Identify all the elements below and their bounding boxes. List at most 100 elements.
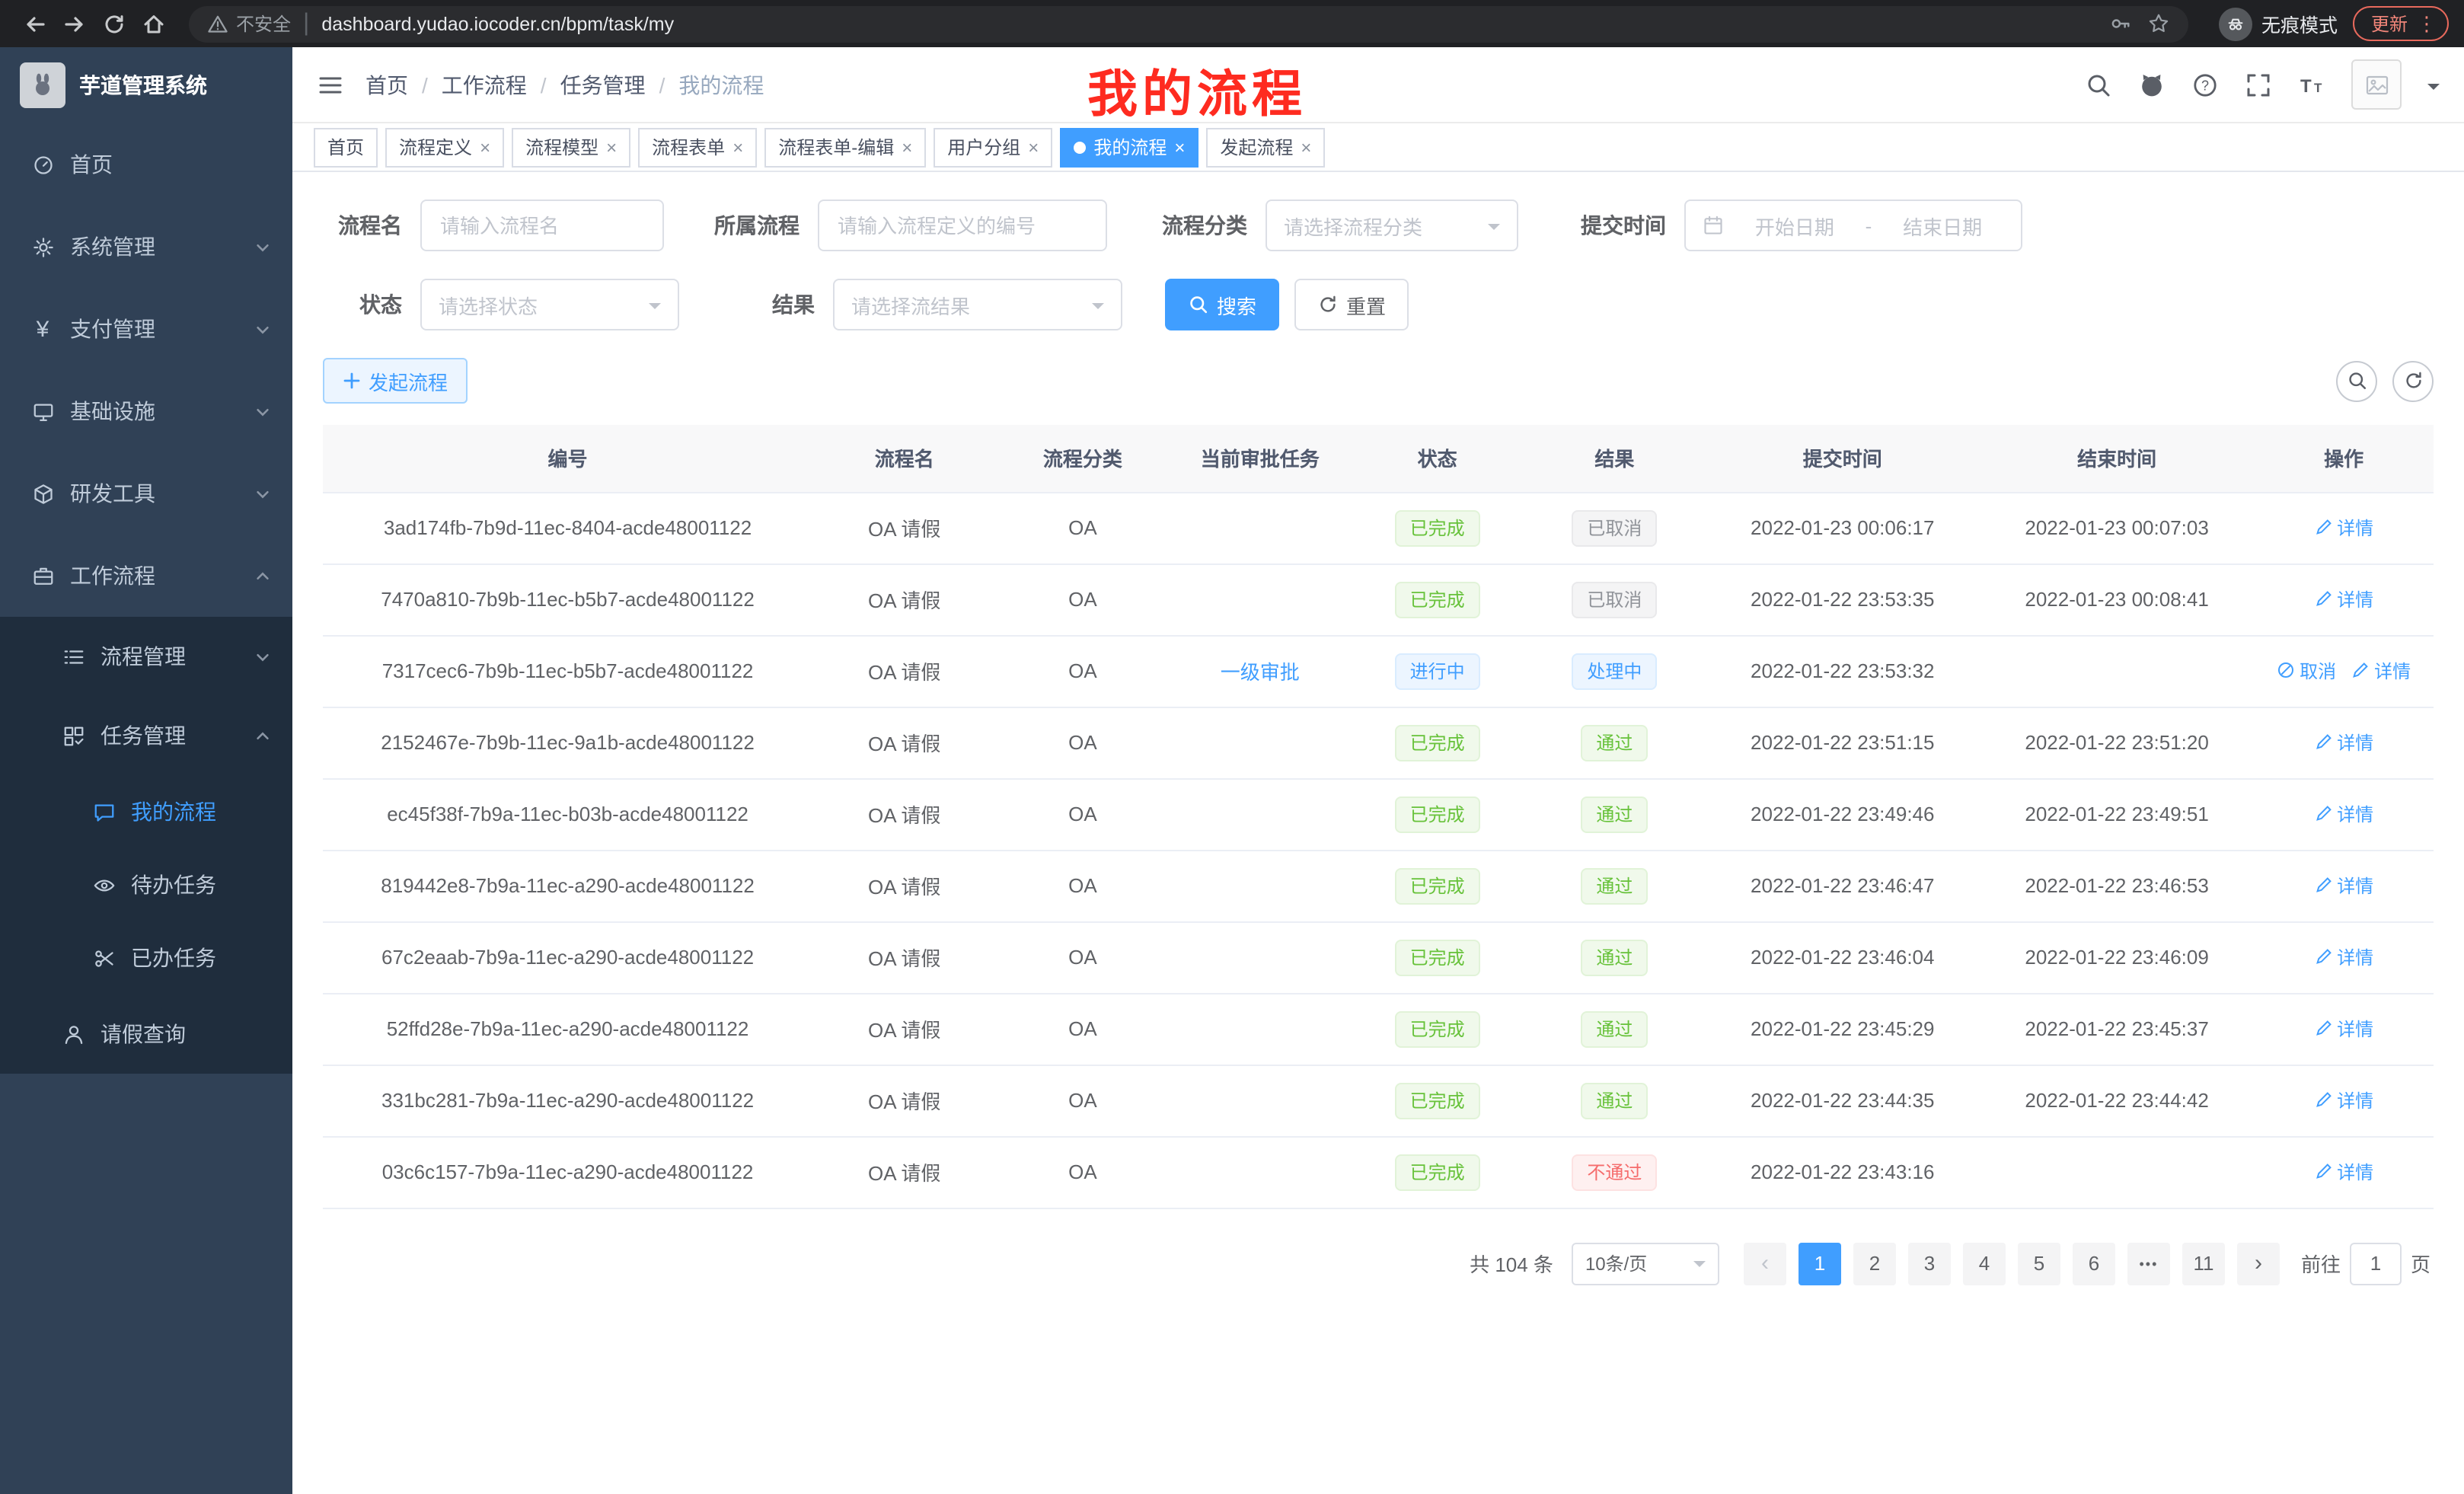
table-header-row: 编号 流程名 流程分类 当前审批任务 状态 结果 提交时间 结束时间 操作: [323, 425, 2434, 492]
detail-link[interactable]: 详情: [2314, 586, 2373, 612]
close-icon[interactable]: ×: [1174, 138, 1185, 156]
close-icon[interactable]: ×: [902, 138, 912, 156]
sidebar-item-home[interactable]: 首页: [0, 123, 292, 206]
process-name-input[interactable]: [420, 200, 664, 251]
tab-start-process[interactable]: 发起流程×: [1206, 127, 1325, 167]
tab-my-process[interactable]: 我的流程×: [1060, 127, 1198, 167]
cancel-link[interactable]: 取消: [2277, 658, 2336, 684]
detail-link[interactable]: 详情: [2314, 1159, 2373, 1185]
toggle-search-button[interactable]: [2336, 360, 2377, 401]
cell-process-name: OA 请假: [812, 707, 996, 778]
back-icon[interactable]: [15, 4, 55, 43]
close-icon[interactable]: ×: [1301, 138, 1311, 156]
table-row: 2152467e-7b9b-11ec-9a1b-acde48001122 OA …: [323, 707, 2434, 778]
goto-page-input[interactable]: [2350, 1242, 2402, 1285]
cell-end-time: 2022-01-22 23:44:42: [1980, 1065, 2254, 1136]
tab-user-group[interactable]: 用户分组×: [934, 127, 1052, 167]
more-pages-button[interactable]: •••: [2127, 1242, 2170, 1285]
page-button[interactable]: 2: [1853, 1242, 1896, 1285]
result-select[interactable]: 请选择流结果: [833, 279, 1122, 330]
update-button[interactable]: 更新 ⋮: [2353, 6, 2449, 41]
bookmark-star-icon[interactable]: [2147, 12, 2170, 35]
url-text[interactable]: dashboard.yudao.iocoder.cn/bpm/task/my: [321, 13, 2109, 34]
cell-process-id: 52ffd28e-7b9a-11ec-a290-acde48001122: [323, 993, 812, 1065]
address-bar[interactable]: 不安全 | dashboard.yudao.iocoder.cn/bpm/tas…: [189, 5, 2188, 42]
process-key-input[interactable]: [818, 200, 1107, 251]
sidebar-item-my-process[interactable]: 我的流程: [0, 775, 292, 848]
breadcrumb-item[interactable]: 任务管理: [560, 69, 646, 100]
logo-image: [20, 62, 65, 108]
app-logo[interactable]: 芋道管理系统: [0, 47, 292, 123]
sidebar-item-devtools[interactable]: 研发工具: [0, 452, 292, 535]
close-icon[interactable]: ×: [732, 138, 743, 156]
sidebar-item-system[interactable]: 系统管理: [0, 206, 292, 288]
detail-link[interactable]: 详情: [2314, 1016, 2373, 1042]
password-key-icon[interactable]: [2109, 12, 2132, 35]
breadcrumb-item[interactable]: 工作流程: [442, 69, 527, 100]
reset-button[interactable]: 重置: [1294, 279, 1409, 330]
detail-link[interactable]: 详情: [2314, 729, 2373, 755]
forward-icon[interactable]: [55, 4, 94, 43]
tab-process-definition[interactable]: 流程定义×: [385, 127, 504, 167]
current-task-link[interactable]: 一级审批: [1221, 661, 1300, 684]
cell-result: 不通过: [1524, 1136, 1705, 1208]
breadcrumb-item[interactable]: 首页: [365, 69, 408, 100]
fullscreen-icon[interactable]: [2245, 71, 2272, 98]
workflow-submenu: 流程管理 任务管理 我的流程: [0, 617, 292, 1074]
page-size-select[interactable]: 10条/页: [1572, 1242, 1719, 1285]
category-select[interactable]: 请选择流程分类: [1266, 200, 1518, 251]
font-size-icon[interactable]: TT: [2298, 71, 2325, 98]
help-icon[interactable]: ?: [2191, 71, 2219, 98]
sidebar-item-task-mgmt[interactable]: 任务管理: [0, 696, 292, 775]
cell-submit-time: 2022-01-22 23:44:35: [1706, 1065, 1980, 1136]
home-icon[interactable]: [134, 4, 174, 43]
sidebar-item-infra[interactable]: 基础设施: [0, 370, 292, 452]
chevron-down-icon[interactable]: [2427, 84, 2440, 96]
page-button[interactable]: 11: [2182, 1242, 2225, 1285]
tab-process-model[interactable]: 流程模型×: [512, 127, 630, 167]
tab-process-form-edit[interactable]: 流程表单-编辑×: [764, 127, 926, 167]
cell-process-id: 2152467e-7b9b-11ec-9a1b-acde48001122: [323, 707, 812, 778]
page-button[interactable]: 1: [1799, 1242, 1841, 1285]
start-process-button[interactable]: 发起流程: [323, 358, 468, 404]
detail-link[interactable]: 详情: [2314, 944, 2373, 970]
search-icon[interactable]: [2085, 71, 2112, 98]
github-icon[interactable]: [2138, 71, 2166, 98]
page-button[interactable]: 3: [1908, 1242, 1951, 1285]
tab-home[interactable]: 首页: [314, 127, 378, 167]
status-select[interactable]: 请选择状态: [420, 279, 679, 330]
page-button[interactable]: 5: [2018, 1242, 2060, 1285]
close-icon[interactable]: ×: [480, 138, 490, 156]
detail-link[interactable]: 详情: [2314, 873, 2373, 899]
detail-link[interactable]: 详情: [2314, 801, 2373, 827]
sidebar-item-process-mgmt[interactable]: 流程管理: [0, 617, 292, 696]
detail-link[interactable]: 详情: [2314, 1087, 2373, 1113]
sidebar-item-payment[interactable]: ¥ 支付管理: [0, 288, 292, 370]
reload-icon[interactable]: [94, 4, 134, 43]
page-button[interactable]: 4: [1963, 1242, 2006, 1285]
tab-process-form[interactable]: 流程表单×: [638, 127, 757, 167]
sidebar-item-label: 系统管理: [70, 231, 254, 262]
sidebar-item-leave-query[interactable]: 请假查询: [0, 994, 292, 1074]
gear-icon: [30, 235, 55, 258]
submit-time-range-picker[interactable]: 开始日期 - 结束日期: [1684, 200, 2022, 251]
search-button[interactable]: 搜索: [1165, 279, 1279, 330]
close-icon[interactable]: ×: [606, 138, 617, 156]
sidebar-item-todo-task[interactable]: 待办任务: [0, 848, 292, 921]
next-page-button[interactable]: ›: [2237, 1242, 2280, 1285]
sidebar-item-workflow[interactable]: 工作流程: [0, 535, 292, 617]
security-chip[interactable]: 不安全: [207, 11, 291, 37]
sidebar-item-done-task[interactable]: 已办任务: [0, 921, 292, 994]
cell-category: OA: [996, 778, 1169, 850]
avatar[interactable]: [2351, 59, 2402, 110]
detail-link[interactable]: 详情: [2351, 658, 2411, 684]
detail-link[interactable]: 详情: [2314, 515, 2373, 541]
page-button[interactable]: 6: [2073, 1242, 2115, 1285]
eye-icon: [91, 873, 116, 896]
browser-menu-icon[interactable]: ⋮: [2417, 11, 2437, 36]
close-icon[interactable]: ×: [1028, 138, 1039, 156]
refresh-table-button[interactable]: [2392, 360, 2434, 401]
hamburger-icon[interactable]: [317, 71, 344, 98]
prev-page-button[interactable]: ‹: [1744, 1242, 1786, 1285]
cell-current-task: 一级审批: [1170, 635, 1351, 707]
